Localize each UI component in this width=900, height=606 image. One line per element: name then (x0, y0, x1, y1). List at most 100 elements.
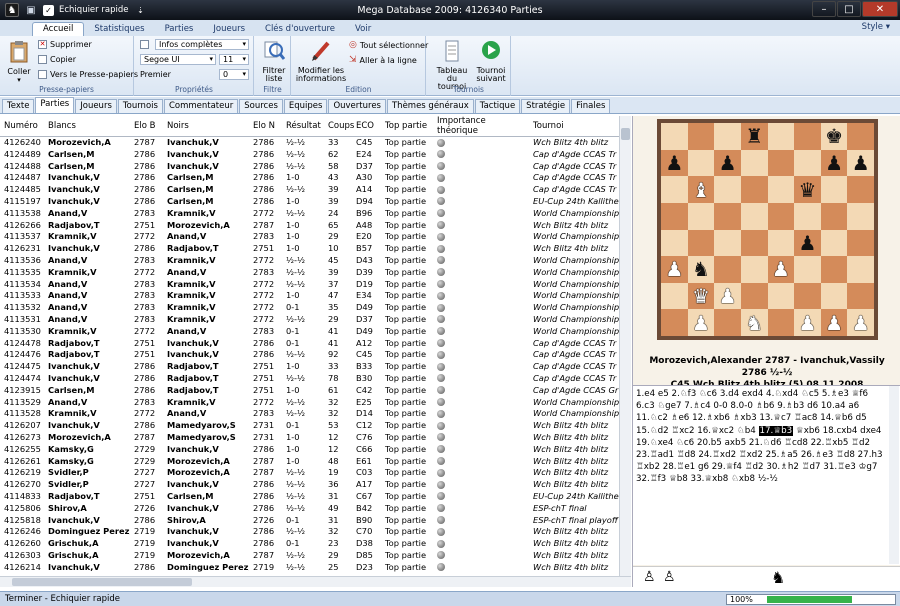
board-square[interactable] (687, 123, 715, 150)
board-square[interactable]: ♛ (794, 176, 821, 203)
table-row[interactable]: 4124476 Radjabov,T 2751 Ivanchuk,V 2786 ½-½ 92… (0, 349, 619, 361)
doc-tab-finales[interactable]: Finales (571, 99, 611, 113)
board-square[interactable]: ♟ (847, 309, 874, 336)
modifier-informations-button[interactable]: Modifier les informations (295, 39, 347, 83)
scroll-thumb[interactable] (12, 578, 192, 586)
column-header[interactable]: Tournoi (529, 116, 619, 137)
board-square[interactable] (687, 149, 715, 177)
board-square[interactable] (661, 309, 688, 336)
horizontal-scrollbar[interactable] (0, 576, 631, 587)
tournoi-suivant-button[interactable]: Tournoi suivant (473, 39, 509, 83)
board-square[interactable] (714, 309, 741, 336)
table-row[interactable]: 4124488 Carlsen,M 2786 Ivanchuk,V 2786 ½-½ 58 D… (0, 161, 619, 173)
tab-joueurs[interactable]: Joueurs (203, 23, 255, 36)
board-square[interactable]: ♞ (740, 309, 768, 336)
tout-selectionner-button[interactable]: ◎ Tout sélectionner (349, 40, 428, 50)
doc-tab-joueurs[interactable]: Joueurs (75, 99, 117, 113)
style-menu[interactable]: Style ▾ (862, 22, 890, 32)
white-pawn-icon[interactable]: ♟ (665, 259, 683, 279)
tab-accueil[interactable]: Accueil (32, 22, 85, 36)
board-square[interactable] (794, 256, 821, 283)
board-square[interactable]: ♟ (794, 309, 821, 336)
table-row[interactable]: 4113531 Anand,V 2783 Kramnik,V 2772 ½-½ 29 D37 T… (0, 314, 619, 326)
font-dropdown[interactable]: Segoe UI (140, 54, 216, 65)
filtrer-liste-button[interactable]: Filtrer liste (258, 39, 290, 83)
white-pawn-icon[interactable]: ♟ (852, 313, 870, 333)
table-row[interactable]: 4113538 Anand,V 2783 Kramnik,V 2772 ½-½ 24 B96 T… (0, 208, 619, 220)
pawn-icon[interactable]: ♙ (663, 569, 676, 585)
board-square[interactable]: ♟ (714, 149, 741, 177)
board-square[interactable] (820, 176, 848, 203)
table-row[interactable]: 4126260 Grischuk,A 2719 Ivanchuk,V 2786 0-1 23… (0, 538, 619, 550)
table-row[interactable]: 4124487 Ivanchuk,V 2786 Carlsen,M 2786 1-0 43 A… (0, 172, 619, 184)
move-notation[interactable]: 1.e4 e5 2.♘f3 ♘c6 3.d4 exd4 4.♘xd4 ♘c5 5… (636, 388, 888, 563)
table-row[interactable]: 4125806 Shirov,A 2726 Ivanchuk,V 2786 ½-½ 49 B4… (0, 503, 619, 515)
column-header[interactable]: Elo N (249, 116, 282, 137)
current-move[interactable]: 17.♕b3 (758, 425, 794, 436)
board-square[interactable] (661, 123, 688, 150)
black-knight-icon[interactable]: ♞ (692, 259, 710, 279)
tab-voir[interactable]: Voir (345, 23, 381, 36)
board-square[interactable] (714, 123, 741, 150)
table-row[interactable]: 4125818 Ivanchuk,V 2786 Shirov,A 2726 0-1 31 B9… (0, 515, 619, 527)
quick-access-label[interactable]: Echiquier rapide (59, 5, 128, 15)
doc-tab-themes[interactable]: Thèmes généraux (386, 99, 474, 113)
checkbox-icon[interactable]: ✓ (43, 4, 54, 16)
scroll-thumb[interactable] (621, 128, 630, 140)
board-square[interactable] (740, 176, 768, 203)
board-square[interactable] (687, 229, 715, 257)
white-pawn-icon[interactable]: ♟ (719, 286, 737, 306)
table-row[interactable]: 4126231 Ivanchuk,V 2786 Radjabov,T 2751 1-0 10… (0, 243, 619, 255)
column-header[interactable]: ECO (352, 116, 381, 137)
doc-tab-commentateur[interactable]: Commentateur (163, 99, 239, 113)
doc-tab-ouvertures[interactable]: Ouvertures (328, 99, 386, 113)
white-queen-icon[interactable]: ♛ (692, 286, 710, 306)
notation-scrollbar[interactable] (889, 386, 899, 564)
table-row[interactable]: 4126214 Ivanchuk,V 2786 Dominguez Perez,L 27… (0, 562, 619, 574)
board-square[interactable] (820, 202, 848, 230)
table-row[interactable]: 4126246 Dominguez Perez,L 2719 Ivanchuk,V 27… (0, 526, 619, 538)
app-logo-icon[interactable]: ♞ (5, 3, 19, 17)
board-square[interactable] (661, 202, 688, 230)
board-square[interactable]: ♟ (687, 309, 715, 336)
doc-tab-texte[interactable]: Texte (2, 99, 35, 113)
board-square[interactable] (661, 282, 688, 310)
table-row[interactable]: 4113532 Anand,V 2783 Kramnik,V 2772 0-1 35 D49 T… (0, 302, 619, 314)
table-row[interactable]: 4114833 Radjabov,T 2751 Carlsen,M 2786 ½-½ 31 C… (0, 491, 619, 503)
board-square[interactable]: ♟ (661, 149, 688, 177)
board-square[interactable]: ♟ (847, 149, 874, 177)
column-header[interactable]: Coups (324, 116, 354, 137)
minimize-button[interactable]: – (812, 1, 836, 17)
maximize-button[interactable]: □ (837, 1, 861, 17)
black-pawn-icon[interactable]: ♟ (798, 233, 816, 253)
board-square[interactable]: ♟ (661, 256, 688, 283)
white-bishop-icon[interactable]: ♝ (692, 180, 710, 200)
board-square[interactable] (847, 256, 874, 283)
board-square[interactable]: ♟ (714, 282, 741, 310)
board-square[interactable] (767, 309, 795, 336)
board-square[interactable]: ♟ (794, 229, 821, 257)
board-square[interactable] (820, 282, 848, 310)
board-square[interactable] (740, 282, 768, 310)
black-queen-icon[interactable]: ♛ (798, 180, 816, 200)
doc-tab-parties[interactable]: Parties (35, 97, 75, 113)
board-square[interactable] (767, 176, 795, 203)
column-header[interactable]: Elo B (130, 116, 163, 137)
copier-button[interactable]: Copier (38, 55, 76, 64)
board-square[interactable]: ♛ (687, 282, 715, 310)
board-square[interactable]: ♟ (820, 149, 848, 177)
board-square[interactable]: ♟ (767, 256, 795, 283)
black-pawn-icon[interactable]: ♟ (852, 153, 870, 173)
board-square[interactable] (820, 256, 848, 283)
table-row[interactable]: 4126219 Svidler,P 2727 Morozevich,A 2787 ½-½ 1… (0, 467, 619, 479)
table-row[interactable]: 4126303 Grischuk,A 2719 Morozevich,A 2787 ½-½… (0, 550, 619, 562)
board-square[interactable] (847, 176, 874, 203)
black-king-icon[interactable]: ♚ (825, 126, 843, 146)
aller-a-la-ligne-button[interactable]: ⇲ Aller à la ligne (349, 55, 417, 65)
close-button[interactable]: ✕ (862, 1, 898, 17)
board-square[interactable] (661, 176, 688, 203)
table-row[interactable]: 4113528 Kramnik,V 2772 Anand,V 2783 ½-½ 32 D14 T… (0, 408, 619, 420)
column-header[interactable]: Importance théorique (433, 116, 529, 137)
doc-tab-tournois[interactable]: Tournois (117, 99, 163, 113)
board-square[interactable] (767, 282, 795, 310)
